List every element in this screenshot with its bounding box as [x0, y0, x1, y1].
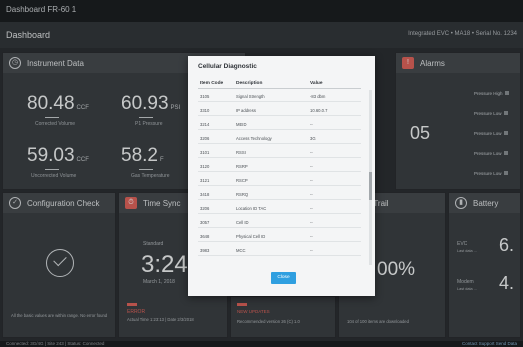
- cell-description: MEID: [236, 122, 247, 127]
- cell-description: RSRQ: [236, 192, 249, 197]
- table-row: 3310 IP address 10.60.0.7: [198, 104, 361, 116]
- column-header-value: Value: [310, 81, 323, 86]
- table-row: 3105 Signal Strength -83 dbm: [198, 90, 361, 102]
- table-row: 3983 MCC --: [198, 244, 361, 256]
- table-row: 3648 Physical Cell ID --: [198, 230, 361, 242]
- cell-description: IP address: [236, 108, 256, 113]
- cell-value: --: [310, 122, 313, 127]
- cell-description: Signal Strength: [236, 94, 265, 99]
- cell-value: 3G: [310, 136, 316, 141]
- cell-value: 10.60.0.7: [310, 108, 328, 113]
- cell-value: --: [310, 178, 313, 183]
- cell-value: --: [310, 220, 313, 225]
- cell-item-code: 3983: [200, 248, 210, 253]
- cell-description: Cell ID: [236, 220, 249, 225]
- table-row: 3120 RSRP --: [198, 160, 361, 172]
- scrollbar-thumb[interactable]: [369, 172, 372, 200]
- cell-description: Physical Cell ID: [236, 234, 266, 239]
- cell-value: --: [310, 164, 313, 169]
- cell-item-code: 3418: [200, 192, 210, 197]
- cell-value: --: [310, 234, 313, 239]
- cell-description: Location ID TAC: [236, 206, 267, 211]
- column-header-code: Item Code: [200, 81, 224, 86]
- table-scrollbar[interactable]: [369, 90, 372, 265]
- cell-item-code: 3310: [200, 108, 210, 113]
- cell-description: MCC: [236, 248, 246, 253]
- cell-value: --: [310, 248, 313, 253]
- cell-item-code: 3105: [200, 94, 210, 99]
- cell-description: RSCP: [236, 178, 248, 183]
- table-row: 3101 RSSI --: [198, 146, 361, 158]
- cell-description: RSRP: [236, 164, 248, 169]
- cell-value: --: [310, 150, 313, 155]
- cell-item-code: 3057: [200, 220, 210, 225]
- cell-description: RSSI: [236, 150, 246, 155]
- cell-item-code: 3214: [200, 122, 210, 127]
- cellular-diagnostic-dialog: Cellular Diagnostic Item Code Descriptio…: [188, 56, 375, 296]
- cell-item-code: 3101: [200, 150, 210, 155]
- close-button[interactable]: Close: [271, 272, 296, 284]
- cell-value: -83 dbm: [310, 94, 326, 99]
- table-row: 3206 Location ID TAC --: [198, 202, 361, 214]
- cell-value: --: [310, 206, 313, 211]
- cell-item-code: 3206: [200, 136, 210, 141]
- column-header-description: Description: [236, 81, 263, 86]
- table-row: 3214 MEID --: [198, 118, 361, 130]
- cell-value: --: [310, 192, 313, 197]
- table-row: 3206 Access Technology 3G: [198, 132, 361, 144]
- cell-item-code: 3206: [200, 206, 210, 211]
- cell-item-code: 3648: [200, 234, 210, 239]
- dialog-title: Cellular Diagnostic: [198, 63, 257, 70]
- table-row: 3121 RSCP --: [198, 174, 361, 186]
- table-row: 3057 Cell ID --: [198, 216, 361, 228]
- cell-item-code: 3120: [200, 164, 210, 169]
- cell-description: Access Technology: [236, 136, 272, 141]
- table-header: Item Code Description Value: [198, 78, 361, 89]
- table-row: 3418 RSRQ --: [198, 188, 361, 200]
- cell-item-code: 3121: [200, 178, 210, 183]
